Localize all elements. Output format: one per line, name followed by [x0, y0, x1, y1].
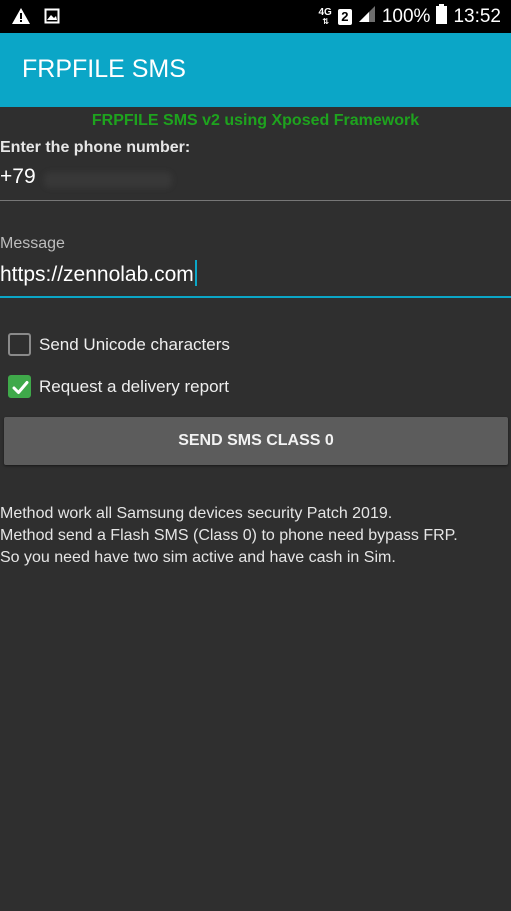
unicode-checkbox[interactable]	[8, 333, 31, 356]
phone-number-underline	[0, 200, 511, 201]
clock: 13:52	[453, 5, 501, 27]
info-line: Method send a Flash SMS (Class 0) to pho…	[0, 527, 458, 544]
message-underline	[0, 296, 511, 298]
checkmark-icon	[12, 381, 29, 394]
text-cursor	[194, 260, 197, 286]
battery-percent: 100%	[381, 5, 431, 27]
delivery-report-option[interactable]: Request a delivery report	[8, 375, 229, 398]
image-icon	[44, 8, 60, 29]
info-line: Method work all Samsung devices security…	[0, 505, 393, 522]
app-subtitle: FRPFILE SMS v2 using Xposed Framework	[91, 112, 420, 129]
sim-badge: 2	[337, 8, 352, 25]
battery-icon	[436, 3, 448, 30]
phone-number-label: Enter the phone number:	[0, 139, 191, 156]
network-type: 4G ⇅	[318, 6, 332, 26]
phone-number-input[interactable]: +79	[0, 165, 36, 189]
delivery-report-checkbox[interactable]	[8, 375, 31, 398]
delivery-report-label: Request a delivery report	[39, 376, 229, 396]
app-title: FRPFILE SMS	[22, 55, 186, 83]
signal-icon	[358, 5, 376, 29]
message-label: Message	[0, 235, 65, 252]
message-text: https://zennolab.com	[0, 263, 194, 286]
warning-icon	[12, 8, 30, 29]
info-text: Method work all Samsung devices security…	[0, 503, 511, 569]
phone-number-redaction	[44, 172, 172, 188]
unicode-option[interactable]: Send Unicode characters	[8, 333, 230, 356]
status-bar: 4G ⇅ 2 100% 13:52	[0, 0, 511, 33]
message-input[interactable]: https://zennolab.com	[0, 260, 197, 287]
info-line: So you need have two sim active and have…	[0, 549, 396, 566]
app-bar: FRPFILE SMS	[0, 33, 511, 107]
send-sms-button[interactable]: SEND SMS CLASS 0	[4, 417, 508, 465]
unicode-checkbox-label: Send Unicode characters	[39, 334, 230, 354]
